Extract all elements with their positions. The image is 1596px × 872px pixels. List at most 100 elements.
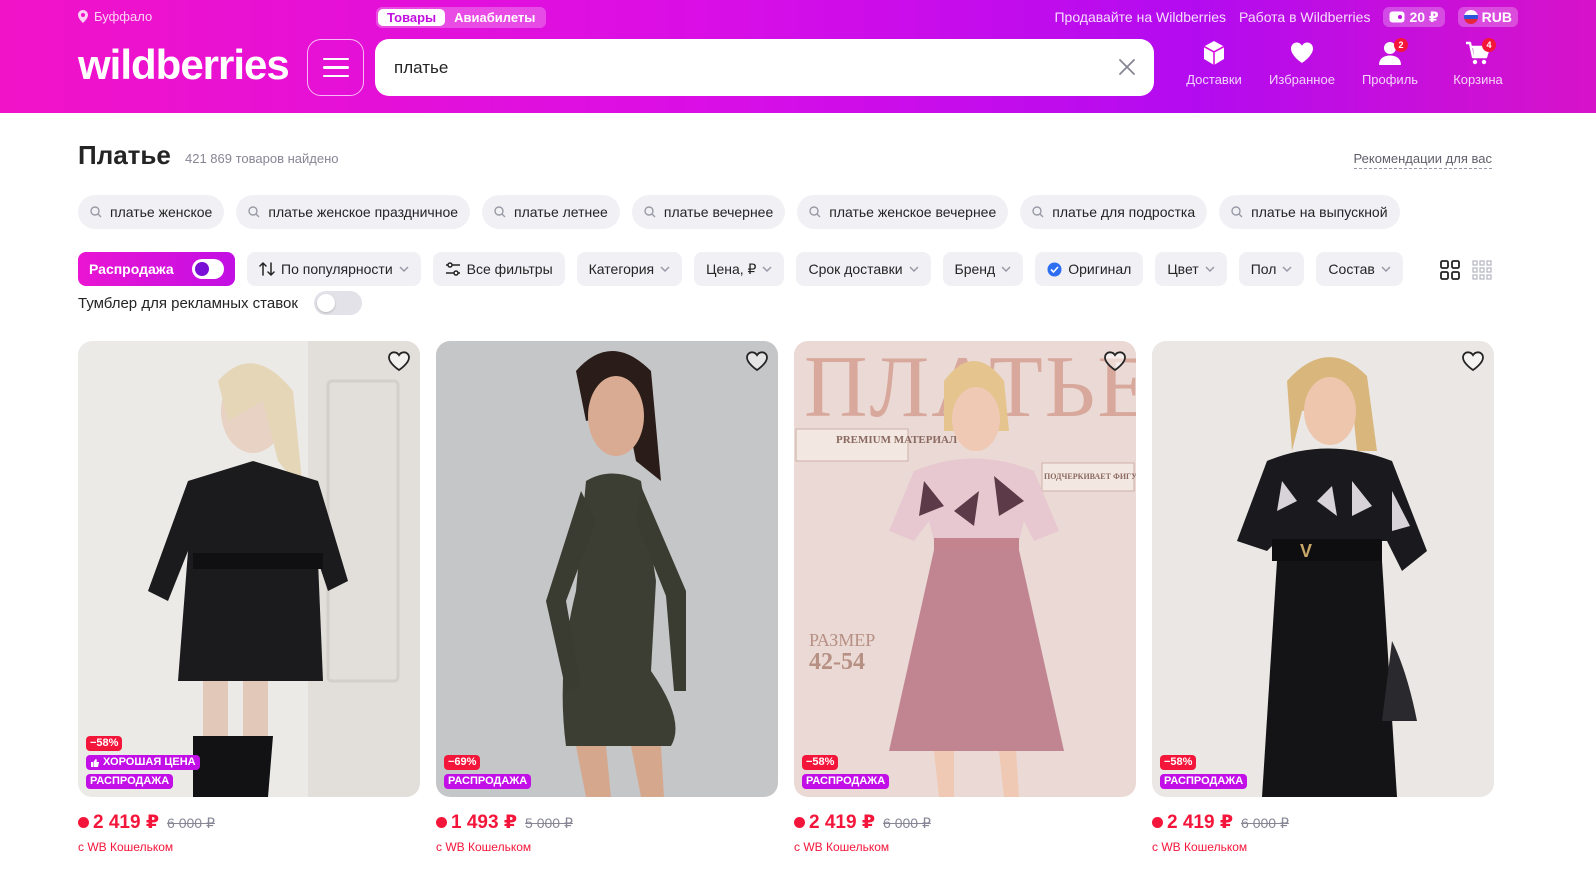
nav-profile[interactable]: 2 Профиль [1346,38,1434,87]
filter-label: Бренд [954,261,996,277]
product-image[interactable]: −58% ХОРОШАЯ ЦЕНА РАСПРОДАЖА [78,341,420,797]
box-icon [1203,41,1225,65]
search-input[interactable] [394,39,1094,96]
view-toggles [1440,260,1492,280]
cart-badge: 4 [1482,38,1496,52]
filter-label: Пол [1250,261,1277,277]
suggestion-chip[interactable]: платье вечернее [631,195,786,229]
suggestion-chip[interactable]: платье для подростка [1020,195,1208,229]
nav-favorites[interactable]: Избранное [1258,40,1346,87]
wallet-discount-icon [1152,817,1163,828]
wallet-discount-icon [436,817,447,828]
filter-original[interactable]: Оригинал [1035,252,1144,286]
filter-material[interactable]: Состав [1316,252,1403,286]
product-card[interactable]: −69% РАСПРОДАЖА 1 493 ₽ 5 000 ₽ с WB Кош… [436,341,778,854]
site-header: Буффало Товары Авиабилеты Продавайте на … [0,0,1596,113]
balance-value: 20 ₽ [1409,8,1439,25]
product-grid: −58% ХОРОШАЯ ЦЕНА РАСПРОДАЖА 2 419 ₽ 6 0… [78,341,1494,854]
price-row: 2 419 ₽ 6 000 ₽ [78,811,420,834]
product-image[interactable]: ПЛАТЬЕ PREMIUM МАТЕРИАЛ ПОДЧЕРКИВАЕТ ФИГ… [794,341,1136,797]
nav-deliveries[interactable]: Доставки [1170,40,1258,87]
ad-toggle-switch[interactable] [313,291,362,315]
filter-gender[interactable]: Пол [1238,252,1305,286]
search-icon [248,206,260,218]
product-photo-black-blazer-dress [78,341,420,797]
sale-badge: РАСПРОДАЖА [86,774,174,789]
filter-delivery[interactable]: Срок доставки [796,252,931,286]
location-selector[interactable]: Буффало [78,9,152,24]
favorite-heart-icon[interactable] [1103,350,1127,372]
menu-line [322,66,349,69]
top-bar: Буффало Товары Авиабилеты Продавайте на … [78,7,1518,29]
favorite-heart-icon[interactable] [745,350,769,372]
current-price: 2 419 ₽ [78,811,159,834]
product-card[interactable]: V −58% РАСПРОДАЖА 2 419 ₽ 6 000 ₽ с WB К… [1152,341,1494,854]
grid-small-icon[interactable] [1472,260,1492,280]
filter-label: Цвет [1167,261,1199,277]
header-nav: Доставки Избранное 2 Профиль 4 Корзина [1170,38,1522,87]
product-tags: −69% РАСПРОДАЖА [444,755,532,789]
product-image[interactable]: V −58% РАСПРОДАЖА [1152,341,1494,797]
sort-dropdown[interactable]: По популярности [247,252,421,286]
filter-sliders-icon [445,262,460,276]
suggestion-label: платье женское вечернее [829,204,997,220]
filter-bar: Распродажа По популярности Все фильтры К… [78,252,1403,286]
verified-check-icon [1047,262,1062,276]
sale-toggle[interactable]: Распродажа [78,252,235,286]
chevron-down-icon [1205,266,1215,272]
suggestion-chip[interactable]: платье женское [78,195,225,229]
product-card[interactable]: −58% ХОРОШАЯ ЦЕНА РАСПРОДАЖА 2 419 ₽ 6 0… [78,341,420,854]
favorite-heart-icon[interactable] [1461,350,1485,372]
wildberries-logo[interactable]: wildberries [78,42,290,88]
favorite-heart-icon[interactable] [387,350,411,372]
recommendations-link[interactable]: Рекомендации для вас [1353,151,1492,169]
sale-switch[interactable] [191,259,224,279]
sort-label: По популярности [281,261,393,277]
product-tags: −58% РАСПРОДАЖА [1160,755,1248,789]
suggestion-chip[interactable]: платье женское вечернее [797,195,1009,229]
nav-cart-label: Корзина [1453,72,1503,87]
currency-value: RUB [1481,9,1512,25]
current-price-value: 2 419 ₽ [93,812,160,833]
old-price: 6 000 ₽ [167,815,215,831]
profile-badge: 2 [1394,38,1408,52]
old-price: 5 000 ₽ [525,815,573,831]
product-card[interactable]: ПЛАТЬЕ PREMIUM МАТЕРИАЛ ПОДЧЕРКИВАЕТ ФИГ… [794,341,1136,854]
top-links: Продавайте на Wildberries Работа в Wildb… [1054,7,1518,27]
tab-goods[interactable]: Товары [378,9,446,26]
current-price: 2 419 ₽ [794,811,875,834]
location-pin-icon [78,10,88,23]
balance-pill[interactable]: 20 ₽ [1383,7,1445,27]
menu-line [322,57,349,61]
nav-favorites-label: Избранное [1269,72,1335,87]
currency-pill[interactable]: RUB [1457,7,1518,27]
suggestion-label: платье летнее [514,204,608,220]
banner-premium: PREMIUM МАТЕРИАЛ [836,434,958,446]
wallet-discount-icon [78,817,89,828]
grid-large-icon[interactable] [1440,260,1460,280]
current-price-value: 2 419 ₽ [809,812,876,833]
tab-flights[interactable]: Авиабилеты [445,9,544,26]
nav-profile-label: Профиль [1361,72,1419,87]
old-price: 6 000 ₽ [883,815,931,831]
sale-badge: РАСПРОДАЖА [802,774,890,789]
filter-color[interactable]: Цвет [1155,252,1227,286]
sell-link[interactable]: Продавайте на Wildberries [1054,9,1226,25]
filter-label: Цена, ₽ [706,260,757,277]
jobs-link[interactable]: Работа в Wildberries [1239,9,1370,25]
search-icon [809,206,821,218]
product-image[interactable]: −69% РАСПРОДАЖА [436,341,778,797]
nav-cart[interactable]: 4 Корзина [1434,38,1522,87]
suggestion-chip[interactable]: платье летнее [482,195,620,229]
good-price-label: ХОРОШАЯ ЦЕНА [103,756,196,768]
menu-button[interactable] [307,39,364,96]
search-suggestions: платье женское платье женское празднично… [78,195,1400,229]
clear-search-icon[interactable] [1118,58,1136,76]
all-filters-button[interactable]: Все фильтры [432,252,565,286]
suggestion-chip[interactable]: платье на выпускной [1219,195,1400,229]
filter-price[interactable]: Цена, ₽ [694,252,785,286]
sort-icon [259,262,275,276]
filter-brand[interactable]: Бренд [942,252,1024,286]
suggestion-chip[interactable]: платье женское праздничное [236,195,471,229]
filter-category[interactable]: Категория [576,252,683,286]
